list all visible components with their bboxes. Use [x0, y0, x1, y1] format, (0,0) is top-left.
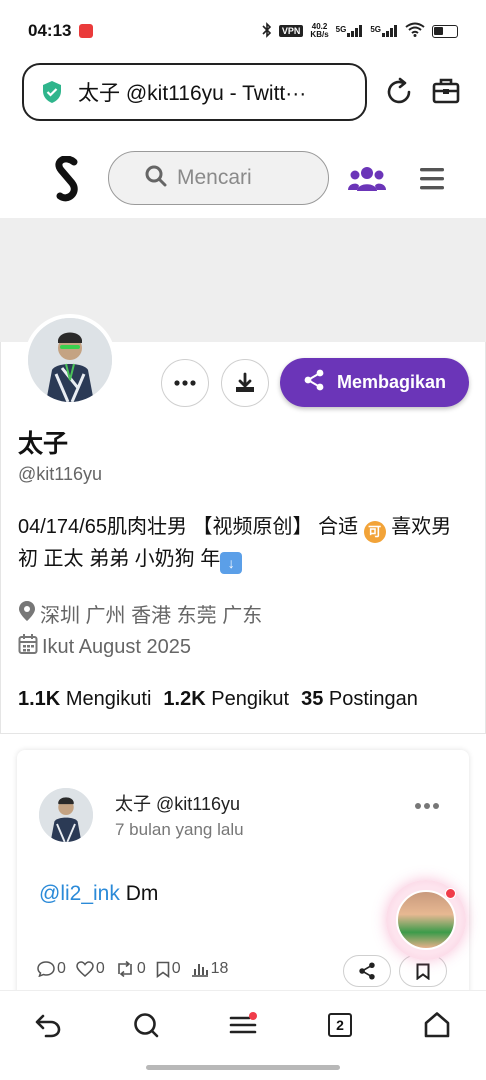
- home-indicator[interactable]: [146, 1065, 340, 1070]
- views-chart-icon: [191, 963, 208, 977]
- search-bar[interactable]: [108, 151, 329, 205]
- tweet-share-button[interactable]: [343, 955, 391, 987]
- signal-icon-2: 5G: [370, 25, 398, 37]
- notification-dot: [445, 888, 456, 899]
- coin-emoji: 可: [363, 521, 386, 543]
- back-icon: [35, 1014, 61, 1038]
- tweet-more-icon[interactable]: [415, 798, 439, 814]
- battery-icon: [432, 24, 458, 38]
- more-options-button[interactable]: [161, 359, 209, 407]
- wifi-icon: [405, 22, 425, 40]
- download-button[interactable]: [221, 359, 269, 407]
- profile-handle: @kit116yu: [18, 464, 102, 484]
- tweet-mention-link[interactable]: @li2_ink: [39, 882, 120, 905]
- toolbox-icon[interactable]: [428, 73, 464, 109]
- search-button[interactable]: [126, 1005, 166, 1045]
- profile-display-name: 太子: [18, 430, 69, 458]
- bookmark-icon: [416, 963, 430, 980]
- browser-bottom-nav: 2: [0, 990, 486, 1058]
- users-icon[interactable]: [348, 164, 386, 194]
- reply-action[interactable]: 0: [37, 960, 66, 978]
- vpn-badge: VPN: [278, 25, 304, 37]
- retweet-action[interactable]: 0: [115, 960, 146, 978]
- share-button[interactable]: Membagikan: [280, 358, 469, 407]
- views-stat: 18: [191, 960, 228, 978]
- address-bar[interactable]: 太子 @kit116yu - Twitt···: [22, 63, 367, 121]
- share-label: Membagikan: [336, 372, 447, 392]
- secure-shield-icon: [40, 80, 64, 104]
- retweet-icon: [118, 961, 132, 977]
- site-logo-icon[interactable]: [50, 155, 84, 202]
- search-input[interactable]: [177, 166, 317, 190]
- bookmark-icon: [156, 961, 170, 978]
- tweet-actions: 0 0 0 0 18: [37, 960, 228, 978]
- profile-bio: 04/174/65肌肉壮男 【视频原创】 合适 可 喜欢男初 正太 弟弟 小奶狗…: [18, 511, 468, 575]
- back-button[interactable]: [28, 1005, 68, 1045]
- calendar-icon: [18, 633, 38, 661]
- floating-ad-bubble[interactable]: [386, 880, 466, 960]
- bookmark-action[interactable]: 0: [156, 960, 181, 978]
- location-pin-icon: [18, 600, 36, 628]
- status-bar: 04:13 VPN 40.2 KB/s 5G 5G: [0, 0, 486, 62]
- profile-joined: Ikut August 2025: [18, 633, 191, 661]
- menu-icon: [229, 1012, 257, 1034]
- tweet-avatar[interactable]: [39, 788, 93, 842]
- tabs-icon: 2: [328, 1013, 352, 1037]
- menu-button[interactable]: [223, 1005, 263, 1045]
- signal-icon: 5G: [336, 25, 364, 37]
- like-action[interactable]: 0: [76, 960, 105, 978]
- heart-icon: [76, 961, 94, 977]
- followers-stat[interactable]: 1.2K Pengikut: [163, 688, 289, 711]
- tabs-button[interactable]: 2: [320, 1005, 360, 1045]
- posts-stat[interactable]: 35 Postingan: [301, 688, 418, 711]
- home-icon: [424, 1012, 450, 1038]
- status-time: 04:13: [28, 21, 72, 40]
- tweet-time: 7 bulan yang lalu: [115, 820, 244, 839]
- notification-app-icon: [79, 24, 94, 38]
- floating-ad-image: [396, 890, 456, 950]
- reply-icon: [37, 961, 55, 977]
- home-button[interactable]: [417, 1005, 457, 1045]
- tab-count: 2: [336, 1017, 344, 1033]
- tweet-author[interactable]: 太子 @kit116yu: [115, 790, 240, 816]
- bluetooth-icon: [262, 21, 272, 41]
- profile-avatar[interactable]: [24, 314, 116, 406]
- address-text: 太子 @kit116yu - Twitt···: [78, 82, 307, 105]
- profile-stats: 1.1K Mengikuti 1.2K Pengikut 35 Postinga…: [18, 688, 418, 711]
- site-header: [0, 140, 486, 218]
- tweet-text: @li2_ink Dm: [39, 882, 159, 905]
- down-arrow-emoji: ↓: [220, 552, 243, 574]
- network-speed: 40.2 KB/s: [310, 22, 329, 39]
- search-icon: [134, 1013, 159, 1038]
- share-icon: [359, 962, 375, 980]
- browser-address-row: 太子 @kit116yu - Twitt···: [22, 62, 464, 122]
- reload-icon[interactable]: [381, 74, 417, 110]
- profile-location: 深圳 广州 香港 东莞 广东: [18, 599, 262, 628]
- following-stat[interactable]: 1.1K Mengikuti: [18, 688, 151, 711]
- tweet-card[interactable]: 太子 @kit116yu 7 bulan yang lalu @li2_ink …: [17, 750, 469, 1000]
- search-icon: [145, 165, 167, 192]
- share-icon: [303, 369, 325, 396]
- hamburger-menu-icon[interactable]: [418, 166, 446, 192]
